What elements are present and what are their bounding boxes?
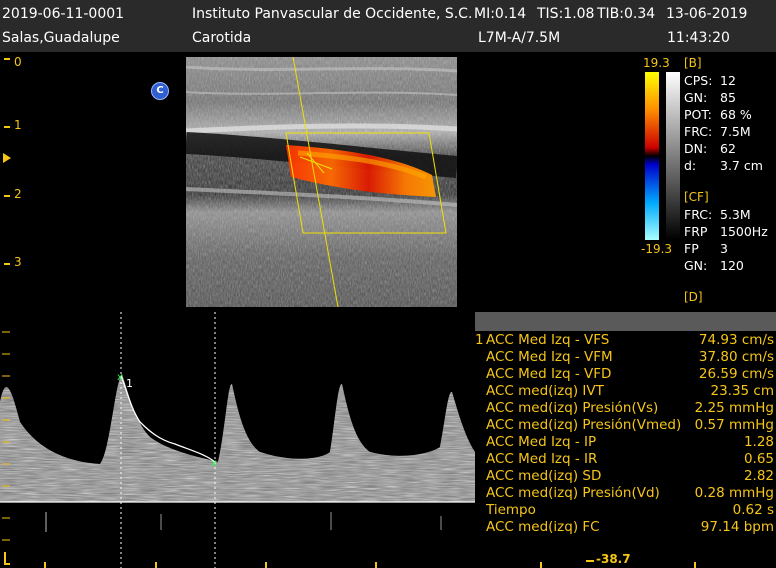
exam-type: Carotida [192, 30, 252, 46]
depth-label-1: 1 [14, 118, 22, 132]
bmode-image [186, 57, 457, 307]
c-badge-label: C [156, 85, 164, 96]
cf-param-key: FRP [684, 224, 708, 239]
measurement-row: ACC Med Izq - VFD 26.59 cm/s [474, 366, 776, 383]
b-param-key: POT: [684, 107, 712, 122]
b-param-key: CPS: [684, 73, 713, 88]
measurement-label: ACC Med Izq - IP [486, 434, 597, 450]
measurement-label: ACC Med Izq - IR [486, 451, 598, 467]
measurement-row: ACC Med Izq - IR 0.65 [474, 451, 776, 468]
measurement-label: ACC med(izq) FC [486, 519, 600, 535]
measurements-panel: 1 ACC Med Izq - VFS 74.93 cm/s ACC Med I… [474, 332, 776, 546]
tis-readout: TIS:1.08 [537, 6, 595, 22]
depth-label-0: 0 [14, 55, 22, 69]
colorbar-max: 19.3 [643, 56, 670, 70]
measurement-row: 1 ACC Med Izq - VFS 74.93 cm/s [474, 332, 776, 349]
cf-param-value: 1500Hz [720, 224, 768, 239]
measurement-label: ACC med(izq) Presión(Vd) [486, 485, 660, 501]
measurement-row: Tiempo 0.62 s [474, 502, 776, 519]
patient-name: Salas,Guadalupe [2, 30, 120, 46]
b-param-key: d: [684, 158, 697, 173]
exam-time: 11:43:20 [667, 30, 730, 46]
measurement-value: 37.80 cm/s [698, 349, 774, 365]
measurement-row: ACC med(izq) FC 97.14 bpm [474, 519, 776, 536]
b-params-title: [B] [684, 56, 702, 70]
measurement-value: 2.25 mmHg [694, 400, 774, 416]
measurement-label: ACC med(izq) Presión(Vmed) [486, 417, 682, 433]
depth-label-3: 3 [14, 255, 22, 269]
b-param-value: 12 [720, 73, 736, 88]
b-param-value: 85 [720, 90, 736, 105]
measurement-row: ACC Med Izq - VFM 37.80 cm/s [474, 349, 776, 366]
trace-label: 1 [126, 377, 133, 390]
patient-id: 2019-06-11-0001 [2, 6, 125, 22]
doppler-scale-bottom-value: -38.7 [596, 552, 631, 566]
focus-marker-icon [3, 153, 11, 163]
doppler-scale-tick [694, 562, 696, 568]
measurement-row: ACC med(izq) Presión(Vd) 0.28 mmHg [474, 485, 776, 502]
b-param-value: 7.5M [720, 124, 751, 139]
measurement-row: ACC med(izq) IVT 23.35 cm [474, 383, 776, 400]
measurement-row: ACC Med Izq - IP 1.28 [474, 434, 776, 451]
cf-param-key: GN: [684, 258, 708, 273]
measurement-value: 0.65 [743, 451, 774, 467]
measurement-label: Tiempo [486, 502, 536, 518]
doppler-scale-tick [586, 560, 594, 562]
color-bar [645, 72, 659, 240]
depth-label-2: 2 [14, 187, 22, 201]
measurement-value: 74.93 cm/s [698, 332, 774, 348]
exam-date: 13-06-2019 [666, 6, 748, 22]
cf-param-value: 3 [720, 241, 728, 256]
colorbar-min: -19.3 [641, 242, 673, 256]
cf-param-key: FRC: [684, 207, 713, 222]
depth-scale: 0 1 2 3 [0, 52, 30, 312]
measurement-label: ACC med(izq) IVT [486, 383, 604, 399]
measurement-label: ACC Med Izq - VFS [486, 332, 610, 348]
cf-param-value: 120 [720, 258, 744, 273]
b-param-key: DN: [684, 141, 708, 156]
doppler-scale-tick [540, 562, 542, 568]
probe-label: L7M-A/7.5M [478, 30, 561, 46]
measurement-value: 23.35 cm [710, 383, 774, 399]
c-badge: C [151, 82, 169, 100]
mi-readout: MI:0.14 [474, 6, 527, 22]
measurement-label: ACC Med Izq - VFM [486, 349, 613, 365]
svg-text:x: x [211, 458, 217, 469]
measurement-value: 26.59 cm/s [698, 366, 774, 382]
measurement-index: 1 [475, 332, 484, 348]
measurement-value: 2.82 [743, 468, 774, 484]
measurement-row: ACC med(izq) Presión(Vmed) 0.57 mmHg [474, 417, 776, 434]
measurement-value: 97.14 bpm [700, 519, 774, 535]
gray-bar [666, 72, 680, 240]
b-param-value: 62 [720, 141, 736, 156]
measurement-row: ACC med(izq) Presión(Vs) 2.25 mmHg [474, 400, 776, 417]
b-param-value: 68 % [720, 107, 752, 122]
d-params-title: [D] [684, 290, 703, 304]
cf-param-value: 5.3M [720, 207, 751, 222]
doppler-spectrum: x x [0, 312, 475, 568]
measurement-label: ACC med(izq) SD [486, 468, 602, 484]
measurement-label: ACC Med Izq - VFD [486, 366, 612, 382]
tib-readout: TIB:0.34 [597, 6, 656, 22]
institution-name: Instituto Panvascular de Occidente, S.C. [192, 6, 473, 22]
b-param-value: 3.7 cm [720, 158, 763, 173]
cf-params-title: [CF] [684, 190, 709, 204]
measurement-row: ACC med(izq) SD 2.82 [474, 468, 776, 485]
b-param-key: FRC: [684, 124, 713, 139]
measurement-value: 0.57 mmHg [694, 417, 774, 433]
measurement-label: ACC med(izq) Presión(Vs) [486, 400, 659, 416]
cf-param-key: FP [684, 241, 699, 256]
b-param-key: GN: [684, 90, 708, 105]
measurement-value: 0.62 s [732, 502, 774, 518]
measurement-value: 0.28 mmHg [694, 485, 774, 501]
measurements-header-bar [475, 312, 776, 331]
measurement-value: 1.28 [743, 434, 774, 450]
svg-text:x: x [117, 372, 123, 383]
